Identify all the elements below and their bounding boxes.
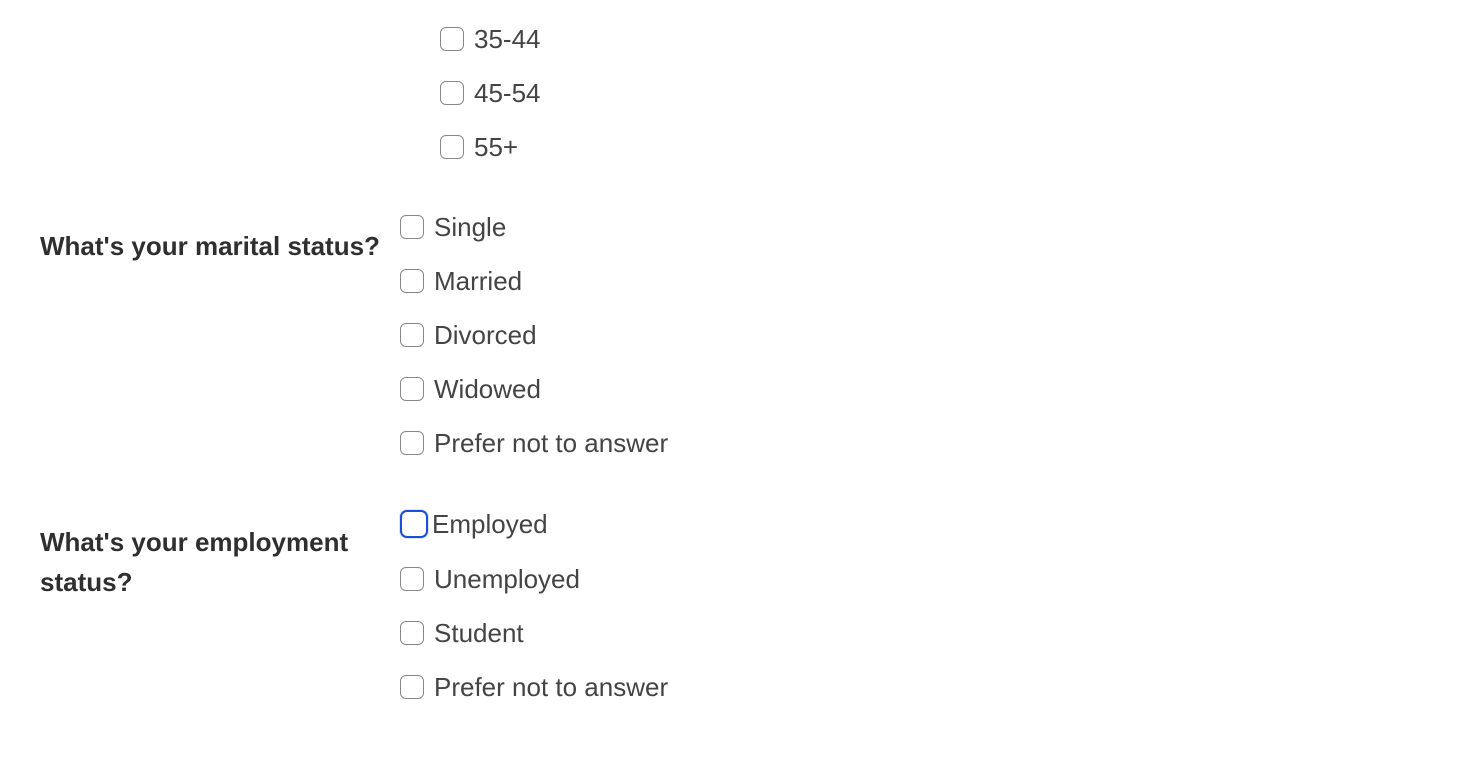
option-label: Unemployed <box>434 566 580 592</box>
checkbox-icon[interactable] <box>400 215 424 239</box>
checkbox-icon[interactable] <box>440 81 464 105</box>
question-label-employment: What's your employment status? <box>40 510 380 603</box>
checkbox-icon[interactable] <box>400 675 424 699</box>
checkbox-icon[interactable] <box>400 621 424 645</box>
age-options-partial: 35-44 45-54 55+ <box>440 0 1442 160</box>
option-label: Married <box>434 268 522 294</box>
option-label: Divorced <box>434 322 537 348</box>
options-employment: Employed Unemployed Student Prefer not t… <box>400 510 1442 700</box>
options-marital: Single Married Divorced Widowed Prefer n… <box>400 214 1442 456</box>
option-marital-married[interactable]: Married <box>400 268 1442 294</box>
option-label: 35-44 <box>474 26 541 52</box>
option-marital-divorced[interactable]: Divorced <box>400 322 1442 348</box>
checkbox-icon[interactable] <box>400 269 424 293</box>
option-label: 45-54 <box>474 80 541 106</box>
question-employment: What's your employment status? Employed … <box>40 510 1442 700</box>
option-label: 55+ <box>474 134 518 160</box>
checkbox-icon[interactable] <box>400 431 424 455</box>
option-label: Prefer not to answer <box>434 674 668 700</box>
option-label: Single <box>434 214 506 240</box>
checkbox-icon[interactable] <box>400 510 428 538</box>
option-age-55plus[interactable]: 55+ <box>440 134 1442 160</box>
option-age-35-44[interactable]: 35-44 <box>440 26 1442 52</box>
checkbox-icon[interactable] <box>440 27 464 51</box>
option-marital-prefnot[interactable]: Prefer not to answer <box>400 430 1442 456</box>
option-marital-widowed[interactable]: Widowed <box>400 376 1442 402</box>
option-employment-prefnot[interactable]: Prefer not to answer <box>400 674 1442 700</box>
question-marital: What's your marital status? Single Marri… <box>40 214 1442 456</box>
checkbox-icon[interactable] <box>400 377 424 401</box>
checkbox-icon[interactable] <box>400 567 424 591</box>
option-label: Employed <box>432 511 548 537</box>
option-label: Prefer not to answer <box>434 430 668 456</box>
checkbox-icon[interactable] <box>440 135 464 159</box>
option-label: Student <box>434 620 524 646</box>
option-employment-student[interactable]: Student <box>400 620 1442 646</box>
option-marital-single[interactable]: Single <box>400 214 1442 240</box>
option-age-45-54[interactable]: 45-54 <box>440 80 1442 106</box>
question-label-marital: What's your marital status? <box>40 214 380 266</box>
survey-form: 35-44 45-54 55+ What's your marital stat… <box>0 0 1482 740</box>
option-employment-employed[interactable]: Employed <box>400 510 1442 538</box>
checkbox-icon[interactable] <box>400 323 424 347</box>
option-employment-unemployed[interactable]: Unemployed <box>400 566 1442 592</box>
option-label: Widowed <box>434 376 541 402</box>
